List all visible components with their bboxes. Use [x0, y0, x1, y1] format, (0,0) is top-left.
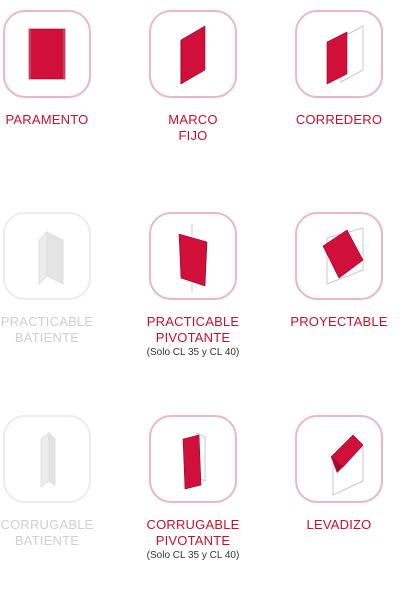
- option-label: LEVADIZO: [306, 517, 372, 532]
- option-label: CORRUGABLE BATIENTE: [0, 517, 107, 549]
- option-label-line: FIJO: [178, 128, 208, 143]
- option-tile[interactable]: [295, 212, 383, 300]
- option-label: CORRUGABLE PIVOTANTE: [133, 517, 253, 549]
- option-label: PRACTICABLE PIVOTANTE: [133, 314, 253, 346]
- option-label-line: PIVOTANTE: [155, 533, 231, 548]
- option-tile[interactable]: [3, 415, 91, 503]
- option-practicable-batiente[interactable]: PRACTICABLE BATIENTE: [0, 212, 107, 346]
- option-tile[interactable]: [295, 10, 383, 98]
- pivot-door-icon: [178, 224, 208, 292]
- option-label-line: PRACTICABLE: [146, 314, 240, 329]
- option-corredero[interactable]: CORREDERO: [279, 10, 399, 128]
- option-practicable-pivotante[interactable]: PRACTICABLE PIVOTANTE (Solo CL 35 y CL 4…: [133, 212, 253, 359]
- opening-type-grid: PARAMENTO MARCO FIJO CORREDERO PRACTICAB…: [0, 0, 412, 589]
- hinged-door-icon: [38, 231, 64, 285]
- option-tile[interactable]: [3, 212, 91, 300]
- option-paramento[interactable]: PARAMENTO: [0, 10, 107, 128]
- option-tile[interactable]: [149, 212, 237, 300]
- option-label-line: PIVOTANTE: [155, 330, 231, 345]
- folding-pivot-door-icon: [182, 432, 206, 490]
- option-label: PROYECTABLE: [290, 314, 388, 329]
- folding-hinged-door-icon: [40, 432, 56, 488]
- option-label: CORREDERO: [295, 112, 383, 127]
- option-tile[interactable]: [149, 10, 237, 98]
- option-label-line: BATIENTE: [14, 533, 80, 548]
- projecting-window-icon: [322, 227, 364, 285]
- option-corrugable-batiente[interactable]: CORRUGABLE BATIENTE: [0, 415, 107, 549]
- option-proyectable[interactable]: PROYECTABLE: [279, 212, 399, 330]
- option-corrugable-pivotante[interactable]: CORRUGABLE PIVOTANTE (Solo CL 35 y CL 40…: [133, 415, 253, 562]
- option-label: PARAMENTO: [5, 112, 89, 127]
- option-note: (Solo CL 35 y CL 40): [146, 347, 240, 358]
- option-tile[interactable]: [3, 10, 91, 98]
- option-label-line: MARCO: [168, 112, 218, 127]
- option-label-line: CORRUGABLE: [146, 517, 240, 532]
- fixed-frame-icon: [180, 25, 206, 85]
- parament-panel-icon: [28, 26, 66, 81]
- option-label-line: BATIENTE: [14, 330, 80, 345]
- lift-up-door-icon: [330, 434, 364, 496]
- sliding-door-icon: [326, 25, 364, 85]
- option-marco-fijo[interactable]: MARCO FIJO: [133, 10, 253, 144]
- option-label-line: PRACTICABLE: [0, 314, 94, 329]
- option-label-line: CORRUGABLE: [0, 517, 94, 532]
- option-label: MARCO FIJO: [133, 112, 253, 144]
- option-tile[interactable]: [295, 415, 383, 503]
- option-levadizo[interactable]: LEVADIZO: [279, 415, 399, 533]
- option-tile[interactable]: [149, 415, 237, 503]
- option-label: PRACTICABLE BATIENTE: [0, 314, 107, 346]
- option-note: (Solo CL 35 y CL 40): [146, 550, 240, 561]
